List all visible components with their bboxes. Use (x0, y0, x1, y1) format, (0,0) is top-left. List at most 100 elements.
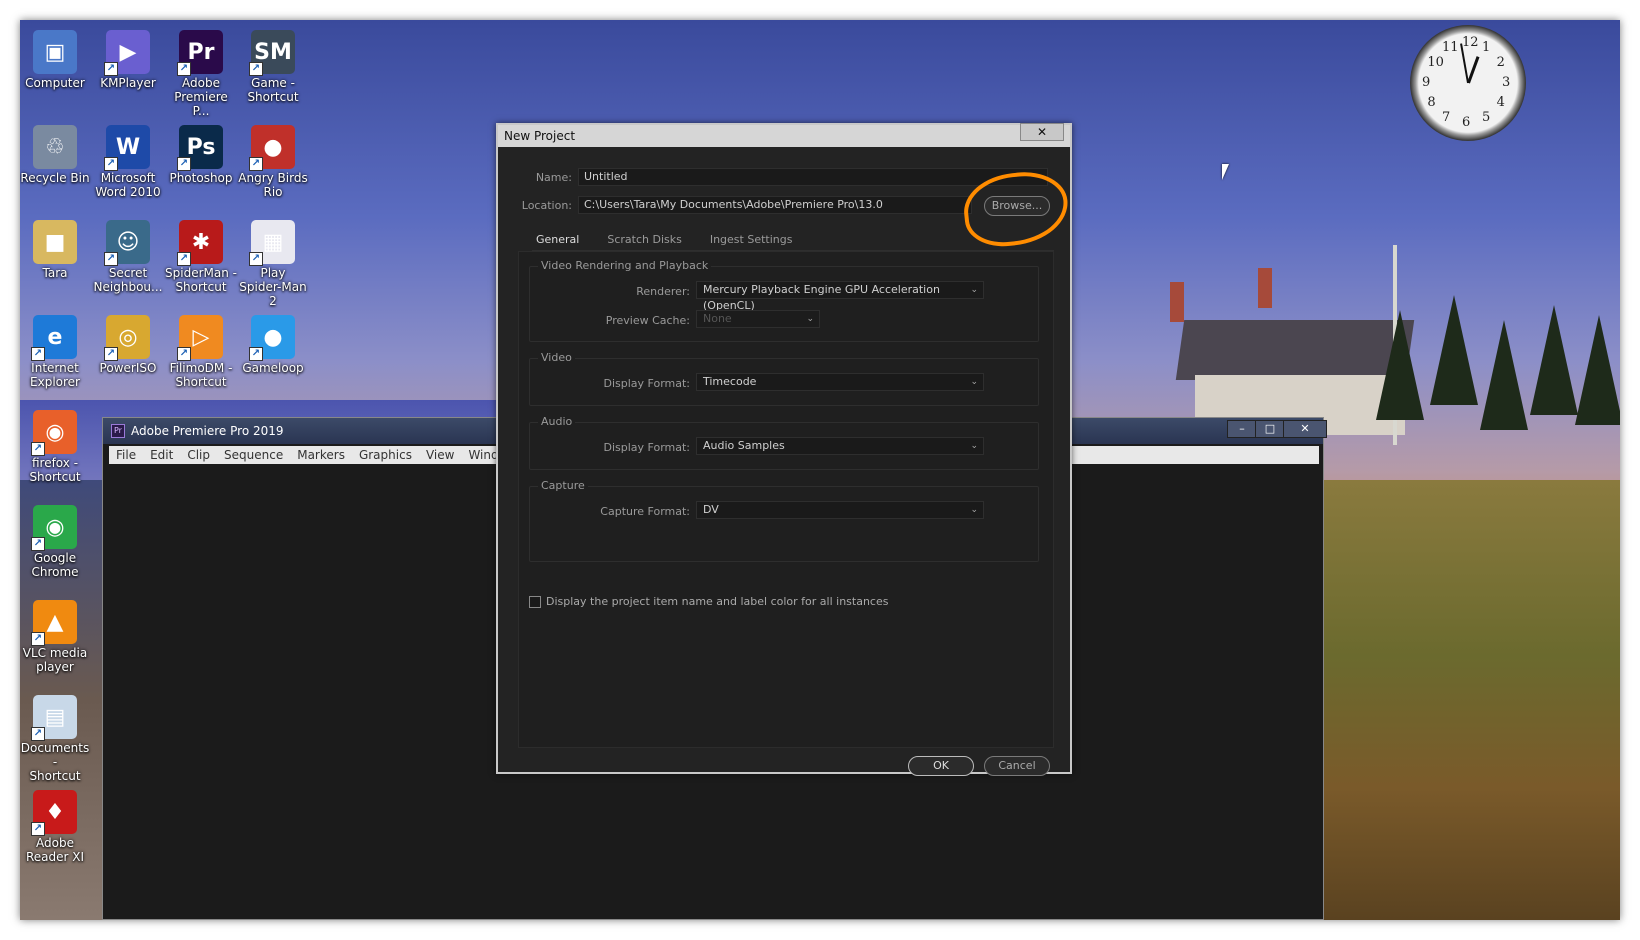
clock-gadget[interactable]: 12 1 2 3 4 5 6 7 8 9 10 11 (1410, 25, 1526, 141)
tab-ingest-settings[interactable]: Ingest Settings (710, 233, 793, 251)
app-icon: ♦ ↗ (31, 790, 77, 836)
app-glyph: ▣ (44, 39, 66, 65)
name-input[interactable]: Untitled (578, 168, 1048, 186)
video-group: Video Display Format: Timecode ⌄ (529, 351, 1039, 406)
app-icon: ■ (33, 220, 77, 264)
desktop-icon-label: Gameloop (242, 361, 304, 375)
video-display-format-select[interactable]: Timecode ⌄ (696, 373, 984, 391)
desktop-icon-label: KMPlayer (100, 76, 156, 90)
app-glyph: ■ (44, 229, 66, 255)
preview-cache-label: Preview Cache: (605, 314, 690, 327)
menu-item-markers[interactable]: Markers (290, 446, 352, 464)
menu-item-view[interactable]: View (419, 446, 461, 464)
app-glyph: ▷ (192, 324, 210, 350)
desktop: ▣ Computer ▶ ↗ KMPlayer Pr ↗ Adobe Premiere P..… (20, 20, 1620, 920)
desktop-icon[interactable]: ▲ ↗ VLC media player (20, 600, 92, 674)
shortcut-arrow-icon: ↗ (249, 157, 263, 171)
chevron-down-icon: ⌄ (970, 441, 978, 451)
desktop-icon[interactable]: ● ↗ Gameloop (236, 315, 310, 375)
app-glyph: ▤ (44, 704, 66, 730)
desktop-icon[interactable]: ▷ ↗ FilimoDM - Shortcut (164, 315, 238, 389)
general-tab-panel: Video Rendering and Playback Renderer: M… (518, 251, 1054, 748)
tab-general[interactable]: General (536, 233, 580, 251)
desktop-icon[interactable]: ♲ Recycle Bin (20, 125, 92, 185)
clock-number: 5 (1482, 109, 1491, 125)
desktop-icon[interactable]: ▣ Computer (20, 30, 92, 90)
dialog-titlebar[interactable]: New Project (498, 125, 1070, 147)
desktop-icon[interactable]: ◉ ↗ Google Chrome (20, 505, 92, 579)
wallpaper-tree (1480, 320, 1528, 430)
menu-item-file[interactable]: File (109, 446, 143, 464)
menu-item-clip[interactable]: Clip (180, 446, 217, 464)
audio-display-format-select[interactable]: Audio Samples ⌄ (696, 437, 984, 455)
app-icon: ☺ ↗ (104, 220, 150, 266)
app-icon: ▲ ↗ (31, 600, 77, 646)
shortcut-arrow-icon: ↗ (249, 252, 263, 266)
desktop-icon[interactable]: ☺ ↗ Secret Neighbou... (91, 220, 165, 294)
app-glyph: Pr (187, 39, 215, 65)
dialog-tabs: General Scratch Disks Ingest Settings (536, 233, 792, 251)
audio-group: Audio Display Format: Audio Samples ⌄ (529, 415, 1039, 470)
location-input[interactable]: C:\Users\Tara\My Documents\Adobe\Premier… (578, 196, 972, 214)
shortcut-arrow-icon: ↗ (249, 347, 263, 361)
desktop-icon[interactable]: ✱ ↗ SpiderMan - Shortcut (164, 220, 238, 294)
desktop-icon-label: firefox - Shortcut (29, 456, 81, 484)
desktop-icon[interactable]: ● ↗ Angry Birds Rio (236, 125, 310, 199)
display-label-color-checkbox[interactable] (529, 596, 541, 608)
app-icon: Ps ↗ (177, 125, 223, 171)
shortcut-arrow-icon: ↗ (104, 62, 118, 76)
desktop-icon[interactable]: ■ Tara (20, 220, 92, 280)
app-icon: ◎ ↗ (104, 315, 150, 361)
menu-item-sequence[interactable]: Sequence (217, 446, 290, 464)
app-glyph: ✱ (191, 229, 211, 255)
wallpaper-tree (1430, 295, 1478, 405)
clock-number: 3 (1502, 75, 1511, 90)
menu-item-graphics[interactable]: Graphics (352, 446, 419, 464)
tab-scratch-disks[interactable]: Scratch Disks (607, 233, 681, 251)
wallpaper-tree (1575, 315, 1620, 425)
audio-display-format-label: Display Format: (603, 441, 690, 454)
desktop-icon[interactable]: SM ↗ Game - Shortcut (236, 30, 310, 104)
maximize-button[interactable]: □ (1255, 420, 1285, 438)
location-label: Location: (521, 199, 572, 212)
minimize-button[interactable]: – (1227, 420, 1257, 438)
desktop-icon[interactable]: ◉ ↗ firefox - Shortcut (20, 410, 92, 484)
menu-item-edit[interactable]: Edit (143, 446, 180, 464)
app-icon: ▷ ↗ (177, 315, 223, 361)
clock-number: 11 (1442, 40, 1459, 56)
video-display-format-value: Timecode (703, 375, 757, 388)
desktop-icon-label: Play Spider-Man 2 (239, 266, 307, 308)
capture-format-select[interactable]: DV ⌄ (696, 501, 984, 519)
ok-button[interactable]: OK (908, 756, 974, 776)
shortcut-arrow-icon: ↗ (31, 632, 45, 646)
desktop-icon[interactable]: e ↗ Internet Explorer (20, 315, 92, 389)
close-button[interactable]: ✕ (1283, 420, 1327, 438)
desktop-icon[interactable]: ◎ ↗ PowerISO (91, 315, 165, 375)
app-icon: SM ↗ (249, 30, 295, 76)
shortcut-arrow-icon: ↗ (177, 157, 191, 171)
cancel-button[interactable]: Cancel (984, 756, 1050, 776)
shortcut-arrow-icon: ↗ (31, 727, 45, 741)
desktop-icon[interactable]: W ↗ Microsoft Word 2010 (91, 125, 165, 199)
app-glyph: ▶ (119, 39, 137, 65)
app-icon: ● ↗ (249, 315, 295, 361)
preview-cache-value: None (703, 312, 732, 325)
desktop-icon-label: Computer (25, 76, 85, 90)
renderer-select[interactable]: Mercury Playback Engine GPU Acceleration… (696, 281, 984, 312)
shortcut-arrow-icon: ↗ (104, 252, 118, 266)
mouse-cursor-icon (1222, 164, 1229, 180)
desktop-icon[interactable]: Ps ↗ Photoshop (164, 125, 238, 185)
app-icon: Pr ↗ (177, 30, 223, 76)
desktop-icon[interactable]: ♦ ↗ Adobe Reader XI (20, 790, 92, 864)
desktop-icon[interactable]: Pr ↗ Adobe Premiere P... (164, 30, 238, 118)
desktop-icon[interactable]: ▤ ↗ Documents - Shortcut (20, 695, 92, 783)
capture-format-label: Capture Format: (600, 505, 690, 518)
app-glyph: Ps (186, 134, 216, 160)
premiere-logo-icon: Pr (111, 424, 125, 438)
app-glyph: ◎ (118, 324, 138, 350)
dialog-close-button[interactable]: ✕ (1020, 123, 1064, 141)
desktop-icon[interactable]: ▦ ↗ Play Spider-Man 2 (236, 220, 310, 308)
video-rendering-group: Video Rendering and Playback Renderer: M… (529, 259, 1039, 342)
app-glyph: ▦ (262, 229, 284, 255)
desktop-icon[interactable]: ▶ ↗ KMPlayer (91, 30, 165, 90)
